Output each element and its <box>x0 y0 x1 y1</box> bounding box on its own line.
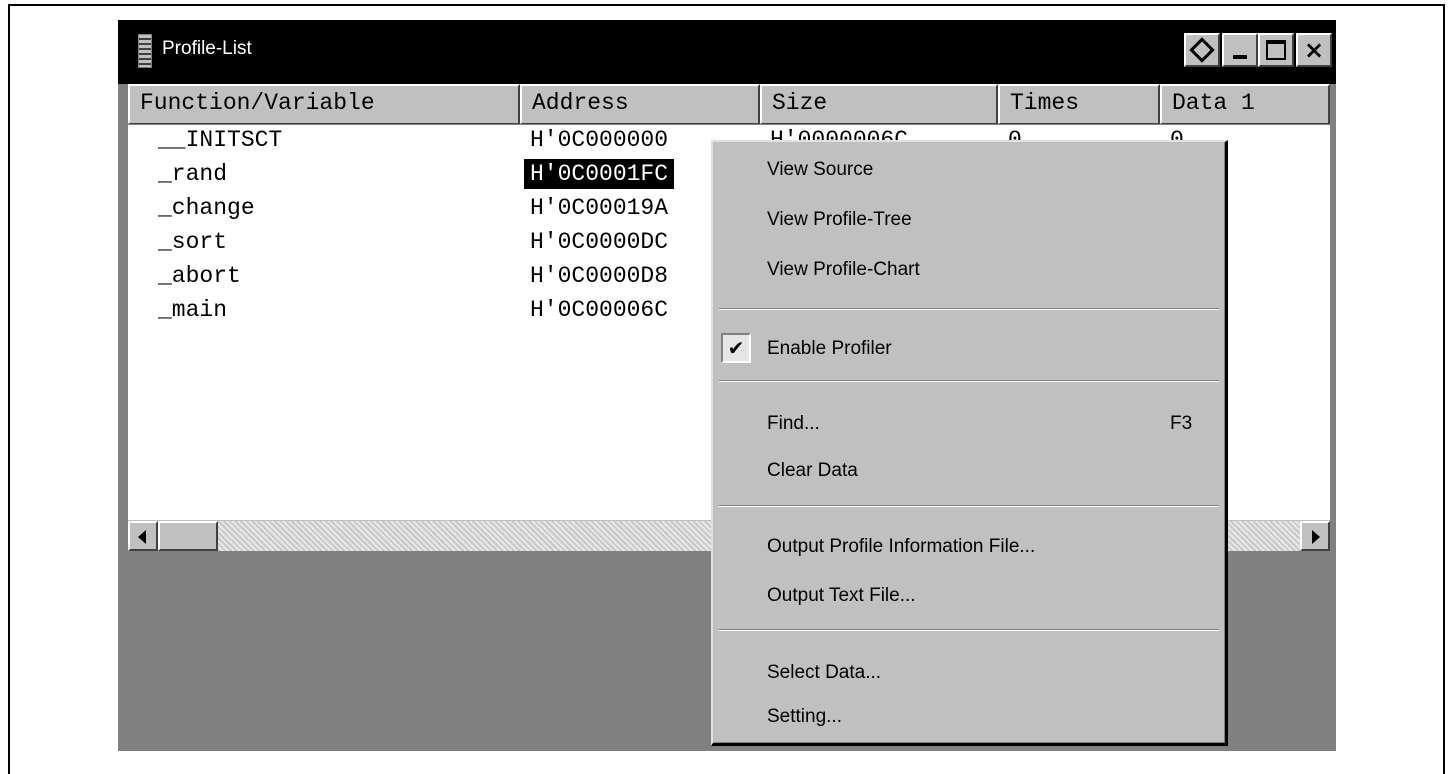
scroll-thumb[interactable] <box>158 521 218 551</box>
scroll-left-icon <box>138 530 146 544</box>
menu-label: Find... <box>767 413 820 434</box>
column-header-address[interactable]: Address <box>520 84 760 124</box>
diamond-button[interactable] <box>1184 33 1220 67</box>
column-header-data1[interactable]: Data 1 <box>1160 84 1330 124</box>
menu-label: Setting... <box>767 706 842 727</box>
menu-label: Output Text File... <box>767 585 916 606</box>
menu-item-view-source[interactable]: View Source <box>713 150 1225 190</box>
scroll-right-button[interactable] <box>1300 521 1330 551</box>
menu-label: Enable Profiler <box>767 338 892 359</box>
menu-label: Clear Data <box>767 460 858 481</box>
menu-separator <box>719 505 1219 507</box>
minimize-icon <box>1233 55 1247 59</box>
minimize-button[interactable] <box>1222 33 1258 67</box>
menu-item-select-data[interactable]: Select Data... <box>713 653 1225 693</box>
scroll-left-button[interactable] <box>128 521 158 551</box>
checkmark-icon: ✔ <box>721 333 751 363</box>
row-name[interactable]: _sort <box>158 227 227 257</box>
menu-label: View Profile-Tree <box>767 209 912 230</box>
row-address[interactable]: H'0C000000 <box>530 125 668 155</box>
close-button[interactable]: × <box>1296 33 1332 67</box>
menu-label: View Source <box>767 159 874 180</box>
scroll-right-icon <box>1312 530 1320 544</box>
menu-item-view-profile-chart[interactable]: View Profile-Chart <box>713 250 1225 290</box>
window-title: Profile-List <box>162 38 252 59</box>
menu-item-clear-data[interactable]: Clear Data <box>713 451 1225 491</box>
menu-item-view-profile-tree[interactable]: View Profile-Tree <box>713 200 1225 240</box>
maximize-button[interactable] <box>1258 33 1294 67</box>
menu-separator <box>719 308 1219 310</box>
menu-item-output-profile-information-file[interactable]: Output Profile Information File... <box>713 527 1225 567</box>
row-name[interactable]: _main <box>158 295 227 325</box>
row-address[interactable]: H'0C0000DC <box>530 227 668 257</box>
column-header-size[interactable]: Size <box>760 84 998 124</box>
app-icon[interactable] <box>138 34 152 68</box>
context-menu: View Source View Profile-Tree View Profi… <box>711 140 1228 746</box>
row-address[interactable]: H'0C0000D8 <box>530 261 668 291</box>
menu-item-output-text-file[interactable]: Output Text File... <box>713 576 1225 616</box>
menu-item-enable-profiler[interactable]: ✔ Enable Profiler <box>713 329 1225 369</box>
menu-shortcut: F3 <box>1170 413 1193 434</box>
row-address[interactable]: H'0C00019A <box>530 193 668 223</box>
table-header: Function/Variable Address Size Times Dat… <box>128 84 1330 125</box>
column-header-function[interactable]: Function/Variable <box>128 84 520 124</box>
column-header-times[interactable]: Times <box>998 84 1160 124</box>
row-name[interactable]: _change <box>158 193 255 223</box>
row-name[interactable]: __INITSCT <box>158 125 282 155</box>
row-name[interactable]: _rand <box>158 159 227 189</box>
diamond-icon <box>1189 37 1215 63</box>
close-icon: × <box>1303 36 1325 64</box>
title-bar[interactable]: Profile-List × <box>118 20 1336 84</box>
maximize-icon <box>1266 40 1286 60</box>
menu-separator <box>719 380 1219 382</box>
menu-label: Select Data... <box>767 662 882 683</box>
menu-item-setting[interactable]: Setting... <box>713 697 1225 737</box>
row-name[interactable]: _abort <box>158 261 241 291</box>
row-address[interactable]: H'0C00006C <box>530 295 668 325</box>
menu-label: Output Profile Information File... <box>767 536 1036 557</box>
row-address-selected[interactable]: H'0C0001FC <box>524 159 675 189</box>
menu-item-find[interactable]: Find... F3 <box>713 404 1225 444</box>
menu-separator <box>719 629 1219 631</box>
menu-label: View Profile-Chart <box>767 259 920 280</box>
